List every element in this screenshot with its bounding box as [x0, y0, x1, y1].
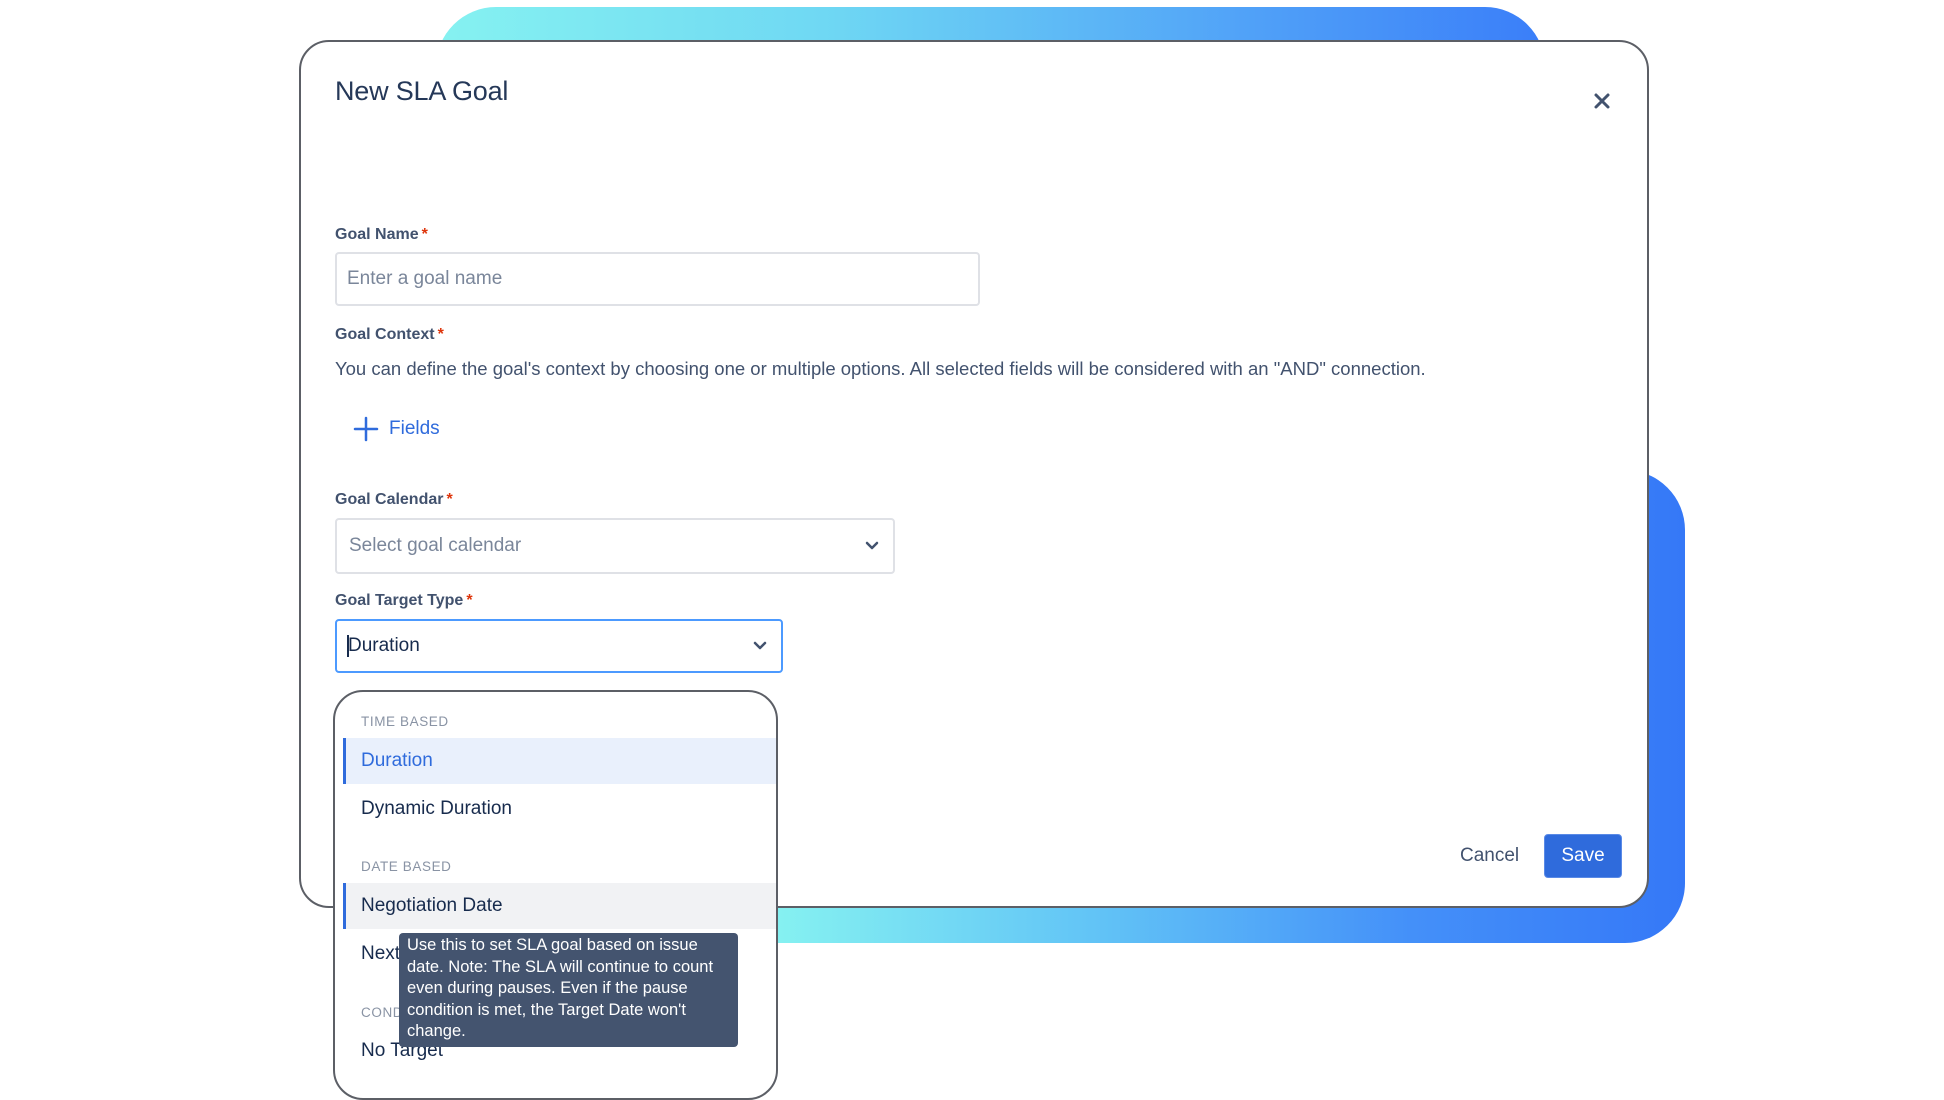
required-mark: * — [437, 326, 444, 343]
goal-calendar-label: Goal Calendar * — [335, 491, 453, 509]
cancel-button[interactable]: Cancel — [1452, 839, 1527, 873]
plus-icon — [353, 416, 379, 442]
goal-target-type-value: Duration — [348, 635, 420, 656]
goal-calendar-select[interactable]: Select goal calendar — [335, 518, 895, 574]
close-button[interactable] — [1591, 90, 1613, 112]
goal-context-label: Goal Context * — [335, 326, 444, 344]
goal-name-label: Goal Name * — [335, 226, 428, 244]
chevron-down-icon — [865, 541, 879, 550]
required-mark: * — [466, 592, 473, 609]
option-dynamic-duration[interactable]: Dynamic Duration — [343, 786, 776, 832]
save-button[interactable]: Save — [1544, 834, 1622, 878]
dialog-title: New SLA Goal — [335, 76, 509, 106]
goal-target-type-value-wrap: Duration — [347, 635, 420, 657]
goal-context-label-text: Goal Context — [335, 326, 435, 343]
goal-name-input[interactable]: Enter a goal name — [335, 252, 980, 306]
required-mark: * — [446, 491, 453, 508]
goal-target-type-label-text: Goal Target Type — [335, 592, 464, 609]
group-header-conditional: COND — [361, 1005, 404, 1020]
add-fields-button[interactable]: Fields — [353, 416, 440, 442]
goal-calendar-label-text: Goal Calendar — [335, 491, 444, 508]
chevron-down-icon — [753, 641, 767, 650]
goal-name-placeholder: Enter a goal name — [347, 268, 503, 289]
group-header-date-based: DATE BASED — [361, 859, 452, 874]
required-mark: * — [421, 226, 428, 243]
goal-name-label-text: Goal Name — [335, 226, 419, 243]
option-label: Duration — [361, 750, 433, 771]
goal-context-description: You can define the goal's context by cho… — [335, 358, 1426, 379]
goal-calendar-placeholder: Select goal calendar — [349, 535, 522, 556]
option-label: Next — [361, 943, 401, 964]
option-tooltip: Use this to set SLA goal based on issue … — [399, 933, 738, 1047]
option-duration[interactable]: Duration — [343, 738, 776, 784]
close-icon — [1594, 93, 1610, 109]
goal-target-type-select[interactable]: Duration — [335, 619, 783, 673]
goal-target-type-label: Goal Target Type * — [335, 592, 473, 610]
group-header-time-based: TIME BASED — [361, 714, 449, 729]
add-fields-label: Fields — [389, 418, 440, 439]
option-label: Dynamic Duration — [361, 798, 512, 819]
option-negotiation-date[interactable]: Negotiation Date — [343, 883, 776, 929]
option-label: Negotiation Date — [361, 895, 503, 916]
